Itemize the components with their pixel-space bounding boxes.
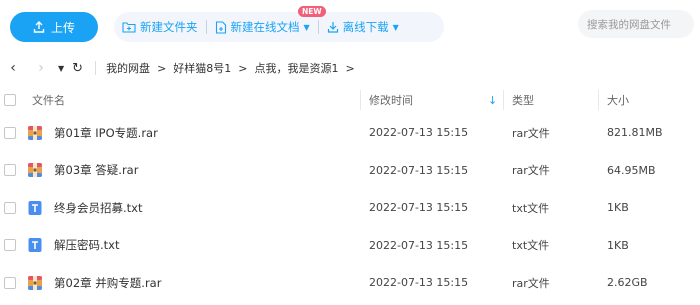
file-name[interactable]: 终身会员招募.txt xyxy=(54,200,142,216)
new-badge: NEW xyxy=(298,6,326,17)
file-size: 1KB xyxy=(607,238,629,252)
file-size: 1KB xyxy=(607,201,629,214)
column-divider xyxy=(503,90,504,110)
folder-plus-icon xyxy=(122,22,136,33)
column-header-type[interactable]: 类型 xyxy=(512,86,534,114)
file-modified: 2022-07-13 15:15 xyxy=(369,201,469,214)
breadcrumb-item-current[interactable]: 点我，我是资源1 xyxy=(255,60,339,76)
offline-download-button[interactable]: 离线下载 ▼ xyxy=(319,12,407,42)
breadcrumb: 我的网盘 > 好样猫8号1 > 点我，我是资源1 > xyxy=(106,60,355,76)
file-type: txt文件 xyxy=(512,239,550,252)
file-size: 64.95MB xyxy=(607,163,656,177)
select-all-checkbox[interactable] xyxy=(4,94,16,106)
column-divider xyxy=(598,90,599,110)
history-dropdown-icon[interactable]: ▼ xyxy=(58,64,64,73)
table-header: 文件名 修改时间 ↓ 类型 大小 xyxy=(0,86,700,114)
chevron-down-icon: ▼ xyxy=(303,22,310,32)
search-placeholder: 搜索我的网盘文件 xyxy=(587,18,671,31)
file-size: 2.62GB xyxy=(607,276,648,289)
file-type: rar文件 xyxy=(512,276,550,290)
file-modified: 2022-07-13 15:15 xyxy=(369,126,469,139)
nav-divider xyxy=(95,61,97,75)
upload-label: 上传 xyxy=(50,20,75,35)
file-name[interactable]: 第02章 并购专题.rar xyxy=(54,275,161,291)
txt-icon xyxy=(27,200,43,216)
file-modified: 2022-07-13 15:15 xyxy=(369,238,469,252)
column-header-size[interactable]: 大小 xyxy=(607,86,629,114)
file-name[interactable]: 解压密码.txt xyxy=(54,237,119,253)
column-header-name[interactable]: 文件名 xyxy=(32,86,65,114)
file-size: 821.81MB xyxy=(607,126,663,139)
file-type: rar文件 xyxy=(512,164,550,177)
chevron-down-icon: ▼ xyxy=(392,22,399,32)
refresh-icon[interactable]: ↻ xyxy=(72,61,83,76)
breadcrumb-item-root[interactable]: 我的网盘 xyxy=(106,60,150,76)
row-checkbox[interactable] xyxy=(4,164,16,176)
column-header-modified[interactable]: 修改时间 xyxy=(369,86,413,114)
offline-download-label: 离线下载 xyxy=(342,20,389,34)
sort-desc-icon[interactable]: ↓ xyxy=(488,86,497,114)
row-checkbox[interactable] xyxy=(4,276,16,289)
forward-arrow-icon[interactable]: › xyxy=(34,60,48,76)
breadcrumb-separator: > xyxy=(157,61,167,75)
new-online-doc-label: 新建在线文档 xyxy=(230,20,300,34)
row-checkbox[interactable] xyxy=(4,201,16,214)
navigation-bar: ‹ › ▼ ↻ 我的网盘 > 好样猫8号1 > 点我，我是资源1 > xyxy=(0,54,700,82)
table-row[interactable]: 终身会员招募.txt 2022-07-13 15:15 txt文件 1KB xyxy=(0,189,700,226)
back-arrow-icon[interactable]: ‹ xyxy=(6,60,20,76)
breadcrumb-item-folder[interactable]: 好样猫8号1 xyxy=(173,60,231,76)
file-modified: 2022-07-13 15:15 xyxy=(369,163,469,177)
toolbar: 上传 新建文件夹 新建在线文档 ▼ 离线下载 ▼ NEW 搜索我的网盘文件 xyxy=(0,0,700,52)
table-row[interactable]: 第02章 并购专题.rar 2022-07-13 15:15 rar文件 2.62GB xyxy=(0,264,700,301)
txt-icon xyxy=(27,237,43,253)
breadcrumb-separator: > xyxy=(238,61,248,75)
rar-icon xyxy=(27,125,43,141)
table-row[interactable]: 第01章 IPO专题.rar 2022-07-13 15:15 rar文件 821.8… xyxy=(0,114,700,151)
rar-icon xyxy=(27,162,43,178)
search-input[interactable]: 搜索我的网盘文件 xyxy=(578,10,694,38)
file-name[interactable]: 第01章 IPO专题.rar xyxy=(54,125,158,141)
file-name[interactable]: 第03章 答疑.rar xyxy=(54,162,138,178)
new-folder-button[interactable]: 新建文件夹 xyxy=(114,12,206,42)
table-row[interactable]: 第03章 答疑.rar 2022-07-13 15:15 rar文件 64.95MB xyxy=(0,152,700,189)
breadcrumb-separator: > xyxy=(345,61,355,75)
row-checkbox[interactable] xyxy=(4,239,16,251)
table-row[interactable]: 解压密码.txt 2022-07-13 15:15 txt文件 1KB xyxy=(0,227,700,264)
column-divider xyxy=(360,90,361,110)
file-type: rar文件 xyxy=(512,126,550,140)
download-icon xyxy=(327,22,338,33)
upload-button[interactable]: 上传 xyxy=(10,12,98,42)
row-checkbox[interactable] xyxy=(4,126,16,139)
tool-group: 新建文件夹 新建在线文档 ▼ 离线下载 ▼ xyxy=(114,12,444,42)
document-plus-icon xyxy=(215,20,226,34)
file-type: txt文件 xyxy=(512,201,550,215)
file-modified: 2022-07-13 15:15 xyxy=(369,276,469,289)
rar-icon xyxy=(27,275,43,291)
upload-icon xyxy=(33,21,45,33)
new-folder-label: 新建文件夹 xyxy=(140,20,198,34)
